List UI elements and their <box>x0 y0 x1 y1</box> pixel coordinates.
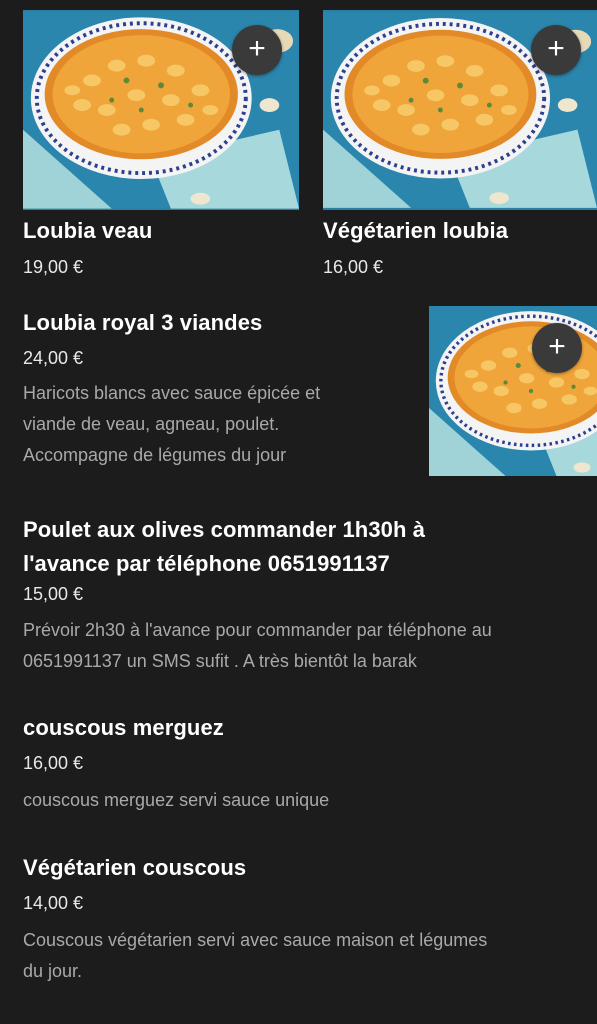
menu-item-card[interactable]: Végétarien couscous 14,00 € Couscous vég… <box>0 840 597 1000</box>
menu-item-card[interactable]: + Végétarien loubia 16,00 € <box>300 0 597 290</box>
item-name: Végétarien couscous <box>23 855 247 880</box>
item-price: 16,00 € <box>23 753 84 773</box>
menu-item-card[interactable]: Loubia royal 3 viandes 24,00 € Haricots … <box>0 298 597 488</box>
item-price: 14,00 € <box>23 893 84 913</box>
item-description: Couscous végétarien servi avec sauce mai… <box>23 930 488 981</box>
item-description: couscous merguez servi sauce unique <box>23 790 330 810</box>
add-to-cart-button[interactable]: + <box>531 25 581 75</box>
item-price: 16,00 € <box>323 257 384 277</box>
add-to-cart-button[interactable]: + <box>232 25 282 75</box>
menu-item-card[interactable]: + Loubia veau 19,00 € <box>0 0 300 290</box>
item-price: 24,00 € <box>23 348 84 368</box>
item-name: Loubia veau <box>23 218 153 243</box>
item-description: Haricots blancs avec sauce épicée et via… <box>23 383 321 465</box>
menu-item-card[interactable]: couscous merguez 16,00 € couscous mergue… <box>0 700 597 820</box>
plus-icon: + <box>248 32 266 65</box>
item-name: Loubia royal 3 viandes <box>23 310 263 335</box>
plus-icon: + <box>547 32 565 65</box>
add-to-cart-button[interactable]: + <box>532 323 582 373</box>
item-price: 15,00 € <box>23 584 84 604</box>
item-name: Poulet aux olives commander 1h30h à l'av… <box>23 517 426 576</box>
item-price: 19,00 € <box>23 257 84 277</box>
plus-icon: + <box>548 330 566 363</box>
item-name: couscous merguez <box>23 715 224 740</box>
item-description: Prévoir 2h30 à l'avance pour commander p… <box>23 620 492 671</box>
item-name: Végétarien loubia <box>323 218 509 243</box>
menu-item-card[interactable]: Poulet aux olives commander 1h30h à l'av… <box>0 505 597 685</box>
